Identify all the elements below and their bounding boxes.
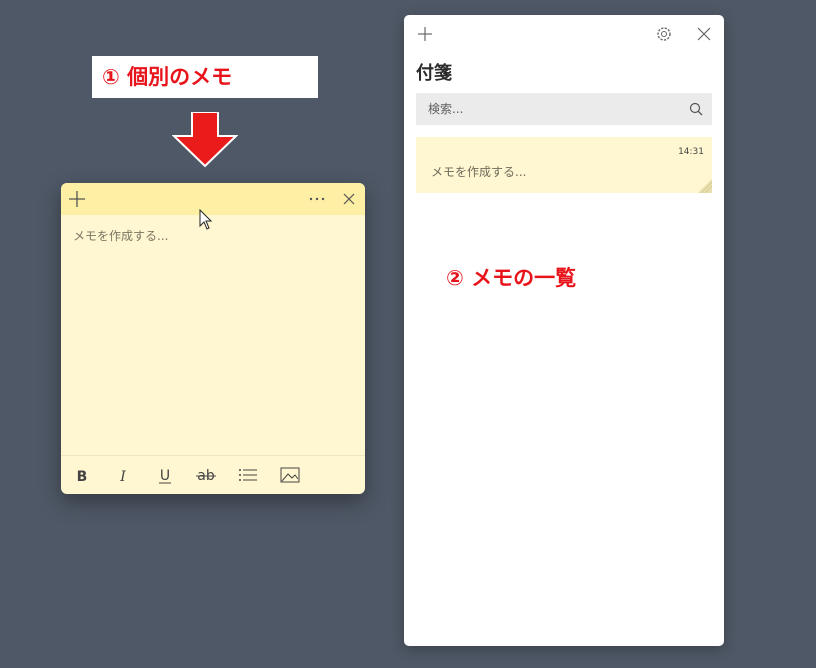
bold-icon: B (77, 469, 88, 485)
down-arrow-icon (172, 112, 238, 168)
svg-text:B: B (77, 469, 88, 485)
note-card[interactable]: 14:31 メモを作成する... (416, 137, 712, 193)
more-options-button[interactable] (301, 183, 333, 215)
underline-icon: U (159, 468, 171, 484)
notes-list-panel: 付箋 14:31 メモを作成する... (404, 15, 724, 646)
svg-text:I: I (119, 469, 126, 485)
mouse-cursor-icon (199, 209, 213, 230)
svg-text:U: U (160, 468, 170, 484)
panel-title-bar[interactable] (404, 15, 724, 55)
underline-button[interactable]: U (150, 462, 180, 488)
annotation-label-individual-note: ① 個別のメモ (92, 56, 318, 98)
close-panel-button[interactable] (691, 21, 717, 47)
new-note-button[interactable] (61, 183, 93, 215)
note-timestamp: 14:31 (678, 147, 704, 157)
formatting-toolbar: B I U ab (61, 455, 365, 494)
search-box[interactable] (416, 93, 712, 125)
note-placeholder: メモを作成する... (73, 229, 169, 243)
new-note-button[interactable] (412, 21, 438, 47)
close-icon (343, 193, 355, 205)
close-icon (697, 27, 711, 41)
search-icon[interactable] (688, 101, 704, 117)
close-note-button[interactable] (333, 183, 365, 215)
page-fold-icon (698, 179, 712, 193)
gear-icon (657, 27, 671, 41)
plus-icon (418, 27, 432, 41)
more-icon (309, 197, 325, 201)
annotation-label-notes-list: ② メモの一覧 (446, 266, 577, 290)
note-preview: メモを作成する... (431, 165, 527, 179)
settings-button[interactable] (651, 21, 677, 47)
bullet-list-button[interactable] (233, 462, 263, 488)
italic-button[interactable]: I (108, 462, 138, 488)
page-title: 付箋 (416, 63, 452, 84)
search-input[interactable] (416, 93, 680, 125)
plus-icon (69, 191, 85, 207)
insert-image-button[interactable] (275, 462, 305, 488)
bold-button[interactable]: B (67, 462, 97, 488)
bullet-list-icon (239, 469, 257, 481)
strikethrough-button[interactable]: ab (191, 462, 221, 488)
image-icon (280, 467, 300, 483)
strikethrough-icon: ab (196, 468, 216, 484)
italic-icon: I (119, 469, 126, 485)
